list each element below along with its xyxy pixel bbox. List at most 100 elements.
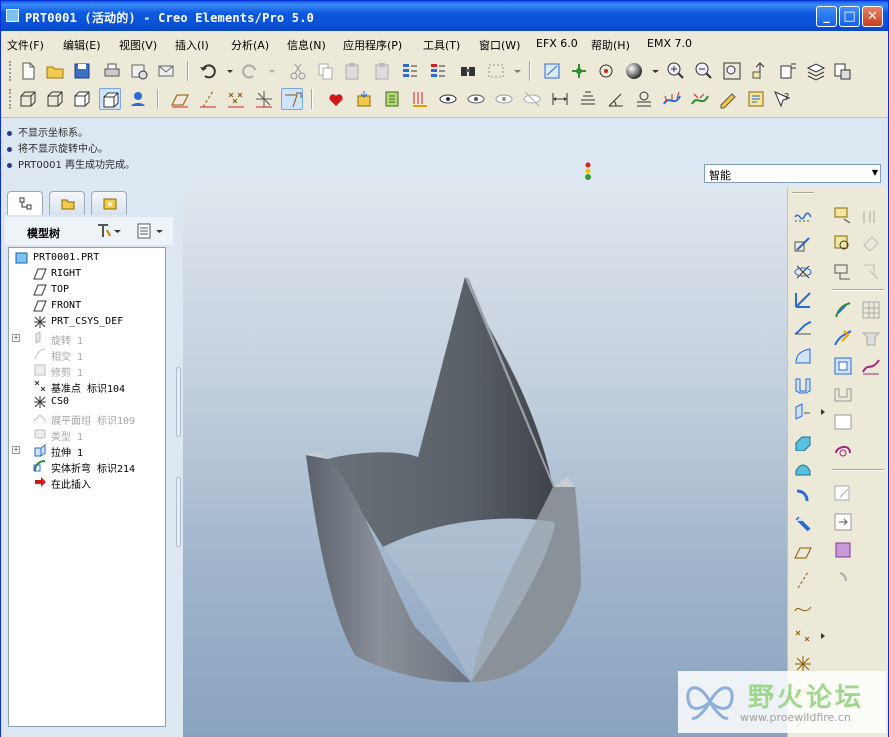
tree-item[interactable]: PRT_CSYS_DEF xyxy=(9,314,165,330)
rib-tool-icon[interactable] xyxy=(832,383,854,405)
redraw-icon[interactable] xyxy=(541,60,563,82)
intersect-tool-icon[interactable] xyxy=(832,299,854,321)
undo-dropdown-icon[interactable] xyxy=(219,60,233,82)
email-icon[interactable] xyxy=(128,60,150,82)
new-file-icon[interactable] xyxy=(17,60,39,82)
tab-model-tree[interactable] xyxy=(7,191,43,215)
tree-item[interactable]: 实体折弯 标识214 xyxy=(9,458,165,475)
style-tool-icon[interactable] xyxy=(860,355,882,377)
blend-tool-icon[interactable] xyxy=(792,457,814,479)
unhide-icon[interactable] xyxy=(493,88,515,110)
tab-folder-browser[interactable] xyxy=(49,191,85,215)
toolbar-grip[interactable] xyxy=(9,61,12,81)
model-player-icon[interactable] xyxy=(745,88,767,110)
menu-efx[interactable]: EFX 6.0 xyxy=(536,37,578,50)
selection-filter-dropdown[interactable]: 智能 ▼ xyxy=(704,164,881,183)
warp-tool-icon[interactable] xyxy=(832,439,854,461)
datum-plane-tool-icon[interactable] xyxy=(792,345,814,367)
hole-tool-icon[interactable] xyxy=(792,485,814,507)
saved-views-icon[interactable] xyxy=(777,60,799,82)
flyout-arrow-icon[interactable] xyxy=(812,401,825,423)
regen-manager-icon[interactable] xyxy=(427,60,449,82)
reference-tool-icon[interactable] xyxy=(832,483,854,505)
parameters-icon[interactable] xyxy=(409,88,431,110)
splitter-handle[interactable] xyxy=(176,367,181,437)
find-icon[interactable] xyxy=(457,60,479,82)
sketch-tool-icon[interactable] xyxy=(792,317,814,339)
panel-splitter[interactable] xyxy=(175,187,183,737)
paste-special-icon[interactable] xyxy=(371,60,393,82)
solidify-tool-icon[interactable] xyxy=(860,299,882,321)
arc-tool-icon[interactable] xyxy=(832,567,854,589)
sweep-tool-icon[interactable] xyxy=(792,429,814,452)
revolve-tool-icon[interactable] xyxy=(792,401,814,423)
paste-icon[interactable] xyxy=(341,60,363,82)
orient-mode-icon[interactable] xyxy=(595,60,617,82)
tab-favorites[interactable] xyxy=(91,191,127,215)
axis-tool-icon[interactable] xyxy=(792,569,814,591)
csys-tool-icon[interactable] xyxy=(792,289,814,311)
plane-tool-icon[interactable] xyxy=(792,541,814,563)
extrude-tool-icon[interactable] xyxy=(792,373,814,395)
datum-point-icon[interactable] xyxy=(792,261,814,283)
title-bar[interactable]: PRT0001 (活动的) - Creo Elements/Pro 5.0 _ … xyxy=(1,1,888,31)
appearance-sphere-icon[interactable] xyxy=(623,60,645,82)
datum-axis-icon[interactable] xyxy=(792,233,814,255)
tree-item[interactable]: 修剪 1 xyxy=(9,362,165,379)
reorient-icon[interactable] xyxy=(749,60,771,82)
tree-item[interactable]: + 旋转 1 xyxy=(9,330,165,347)
shell-tool-icon[interactable] xyxy=(832,355,854,377)
cut-icon[interactable] xyxy=(287,60,309,82)
extend-tool-icon[interactable] xyxy=(832,261,854,283)
zoom-out-icon[interactable] xyxy=(693,60,715,82)
wireframe-icon[interactable] xyxy=(17,88,39,110)
status-light-icon[interactable] xyxy=(583,161,593,183)
context-help-icon[interactable]: ? xyxy=(771,88,793,110)
tree-item[interactable]: 基准点 标识104 xyxy=(9,378,165,395)
menu-emx[interactable]: EMX 7.0 xyxy=(647,37,692,50)
regenerate-icon[interactable] xyxy=(399,60,421,82)
boundary-blend-icon[interactable] xyxy=(832,411,854,433)
sketch-pencil-icon[interactable] xyxy=(717,88,739,110)
selection-dropdown-icon[interactable] xyxy=(507,60,521,82)
offset-tool-icon[interactable] xyxy=(832,205,854,227)
menu-help[interactable]: 帮助(H) xyxy=(591,37,630,53)
splitter-handle[interactable] xyxy=(176,477,181,547)
draft-tool-icon[interactable] xyxy=(860,327,882,349)
datum-axis-display-icon[interactable] xyxy=(197,88,219,110)
expand-icon[interactable]: + xyxy=(12,446,20,454)
favorites-heart-icon[interactable] xyxy=(325,88,347,110)
copy-icon[interactable] xyxy=(314,60,336,82)
shading-icon[interactable] xyxy=(99,88,121,110)
tree-item[interactable]: FRONT xyxy=(9,298,165,314)
hidden-line-icon[interactable] xyxy=(44,88,66,110)
maximize-button[interactable]: □ xyxy=(839,6,860,27)
merge-tool-icon[interactable] xyxy=(832,233,854,255)
menu-tools[interactable]: 工具(T) xyxy=(423,37,460,53)
menu-window[interactable]: 窗口(W) xyxy=(479,37,520,53)
undo-icon[interactable] xyxy=(197,60,219,82)
selection-box-icon[interactable] xyxy=(485,60,507,82)
tree-item[interactable]: + 拉伸 1 xyxy=(9,442,165,459)
curvature-analysis-icon[interactable] xyxy=(661,88,683,110)
menu-insert[interactable]: 插入(I) xyxy=(175,37,209,53)
draft-analysis-icon[interactable] xyxy=(689,88,711,110)
graphics-viewport[interactable] xyxy=(183,187,787,737)
redo-dropdown-icon[interactable] xyxy=(261,60,275,82)
tree-item[interactable]: 相交 1 xyxy=(9,346,165,363)
toolbar-grip[interactable] xyxy=(9,89,12,109)
hide-all-icon[interactable] xyxy=(521,88,543,110)
refit-icon[interactable] xyxy=(721,60,743,82)
view-manager-icon[interactable] xyxy=(831,60,853,82)
model-3d-view[interactable] xyxy=(183,187,787,737)
annotation-display-icon[interactable] xyxy=(281,88,303,110)
tree-item[interactable]: PRT0001.PRT xyxy=(9,250,165,266)
redo-icon[interactable] xyxy=(239,60,261,82)
tree-settings-icon[interactable] xyxy=(95,222,123,243)
close-button[interactable]: ✕ xyxy=(862,6,883,27)
tree-columns-icon[interactable] xyxy=(135,222,167,243)
trim-tool-icon[interactable] xyxy=(860,233,882,255)
menu-applications[interactable]: 应用程序(P) xyxy=(343,37,402,53)
mass-properties-icon[interactable] xyxy=(633,88,655,110)
minimize-button[interactable]: _ xyxy=(816,6,837,27)
